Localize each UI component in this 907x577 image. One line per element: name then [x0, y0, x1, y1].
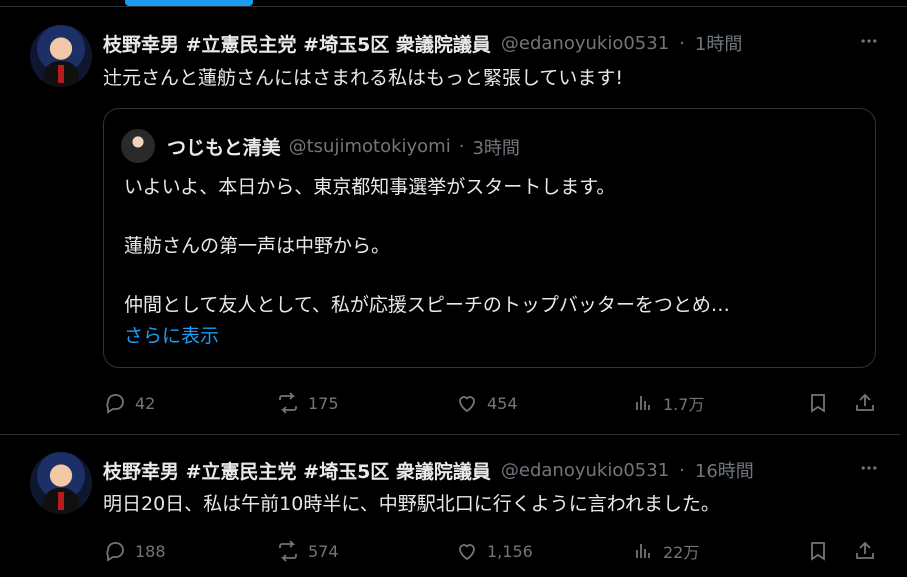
tweet[interactable]: 枝野幸男 #立憲民主党 #埼玉5区 衆議院議員 @edanoyukio0531 … — [0, 435, 900, 577]
reply-count: 188 — [135, 541, 166, 561]
reply-count: 42 — [135, 393, 156, 413]
repost-button[interactable]: 175 — [276, 387, 339, 419]
separator: · — [679, 459, 685, 481]
bookmark-button[interactable] — [806, 535, 830, 567]
repost-count: 574 — [308, 541, 339, 561]
quote-author-handle: @tsujimotokiyomi — [288, 136, 451, 157]
timestamp[interactable]: 1時間 — [695, 30, 742, 56]
tweet-text: 明日20日、私は午前10時半に、中野駅北口に行くように言われました。 — [103, 493, 720, 515]
quoted-tweet[interactable]: つじもと清美 @tsujimotokiyomi · 3時間 いよいよ、本日から、… — [103, 108, 876, 368]
views-count: 22万 — [663, 543, 700, 562]
bookmark-icon — [811, 542, 825, 561]
show-more-link[interactable]: さらに表示 — [124, 321, 219, 348]
action-bar: 188 574 1,156 22万 — [103, 535, 883, 567]
views-button[interactable]: 22万 — [631, 535, 699, 567]
separator: · — [458, 136, 465, 157]
heart-icon — [459, 396, 475, 413]
share-button[interactable] — [853, 387, 877, 419]
reply-icon — [106, 394, 124, 414]
repost-icon — [279, 540, 297, 562]
timestamp[interactable]: 16時間 — [695, 457, 754, 483]
reply-button[interactable]: 42 — [103, 387, 155, 419]
share-button[interactable] — [853, 535, 877, 567]
author-handle[interactable]: @edanoyukio0531 — [501, 460, 669, 481]
quote-text-line: 蓮舫さんの第一声は中野から。 — [124, 235, 391, 257]
more-icon[interactable] — [856, 458, 882, 482]
avatar[interactable] — [30, 25, 92, 87]
tweet-header: 枝野幸男 #立憲民主党 #埼玉5区 衆議院議員 @edanoyukio0531 … — [103, 457, 754, 484]
like-count: 454 — [487, 393, 518, 413]
quote-timestamp: 3時間 — [472, 137, 520, 159]
bookmark-button[interactable] — [806, 387, 830, 419]
author-name[interactable]: 枝野幸男 #立憲民主党 #埼玉5区 衆議院議員 — [103, 30, 491, 57]
tweet-text: 辻元さんと蓮舫さんにはさまれる私はもっと緊張しています! — [103, 67, 624, 89]
views-button[interactable]: 1.7万 — [631, 387, 704, 419]
share-icon — [856, 541, 874, 559]
like-button[interactable]: 1,156 — [455, 535, 533, 567]
repost-icon — [279, 392, 297, 414]
bookmark-icon — [811, 394, 825, 413]
quote-author-name: つじもと清美 — [167, 137, 281, 159]
repost-button[interactable]: 574 — [276, 535, 339, 567]
reply-button[interactable]: 188 — [103, 535, 166, 567]
quote-avatar[interactable] — [121, 129, 155, 163]
views-icon — [636, 396, 650, 410]
heart-icon — [459, 544, 475, 561]
separator: · — [679, 32, 685, 54]
views-count: 1.7万 — [663, 395, 705, 414]
author-handle[interactable]: @edanoyukio0531 — [501, 33, 669, 54]
active-tab-indicator — [125, 0, 253, 6]
author-name[interactable]: 枝野幸男 #立憲民主党 #埼玉5区 衆議院議員 — [103, 457, 491, 484]
like-button[interactable]: 454 — [455, 387, 518, 419]
like-count: 1,156 — [487, 541, 533, 561]
repost-count: 175 — [308, 393, 339, 413]
action-bar: 42 175 454 1.7万 — [103, 387, 883, 419]
more-icon[interactable] — [856, 31, 882, 55]
share-icon — [856, 393, 874, 411]
views-icon — [636, 544, 650, 558]
tweet-header: 枝野幸男 #立憲民主党 #埼玉5区 衆議院議員 @edanoyukio0531 … — [103, 30, 742, 57]
quote-header: つじもと清美 @tsujimotokiyomi · 3時間 — [167, 133, 520, 160]
reply-icon — [106, 542, 124, 562]
avatar[interactable] — [30, 452, 92, 514]
tweet[interactable]: 枝野幸男 #立憲民主党 #埼玉5区 衆議院議員 @edanoyukio0531 … — [0, 7, 900, 435]
quote-text-line: 仲間として友人として、私が応援スピーチのトップバッターをつとめ… — [124, 294, 730, 316]
quote-text-line: いよいよ、本日から、東京都知事選挙がスタートします。 — [124, 176, 616, 198]
